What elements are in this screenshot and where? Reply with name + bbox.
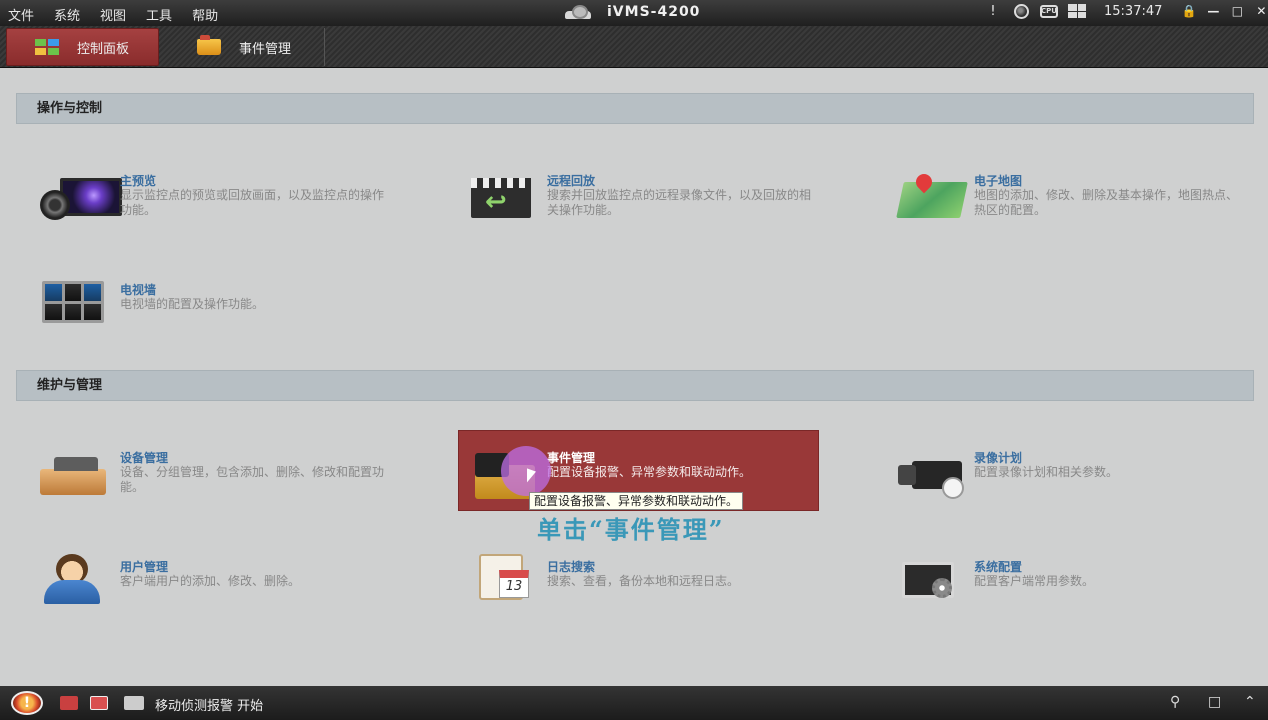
item-remote-playback[interactable]: 远程回放 搜索并回放监控点的远程录像文件，以及回放的相关操作功能。 (463, 172, 843, 242)
item-recording-schedule[interactable]: 录像计划 配置录像计划和相关参数。 (890, 449, 1268, 519)
expand-up-icon[interactable]: ⌃ (1244, 694, 1256, 710)
item-desc: 配置设备报警、异常参数和联动动作。 (547, 465, 752, 479)
menu-file[interactable]: 文件 (8, 5, 34, 24)
item-desc: 配置录像计划和相关参数。 (974, 465, 1119, 479)
item-title: 日志搜索 (547, 560, 596, 574)
item-device-management[interactable]: 设备管理 设备、分组管理，包含添加、删除、修改和配置功能。 (36, 449, 416, 519)
alarm-record-icon[interactable] (60, 696, 78, 710)
item-title: 用户管理 (120, 560, 169, 574)
mouse-cursor-icon (527, 468, 536, 486)
cpu-label: CPU (1040, 4, 1058, 18)
tab-label: 控制面板 (77, 41, 130, 57)
alarm-snapshot-icon[interactable] (90, 696, 108, 710)
item-emap[interactable]: 电子地图 地图的添加、修改、删除及基本操作，地图热点、热区的配置。 (890, 170, 1268, 242)
menu-system[interactable]: 系统 (54, 5, 80, 24)
item-desc: 地图的添加、修改、删除及基本操作，地图热点、热区的配置。 (974, 188, 1239, 217)
app-title: iVMS-4200 (563, 3, 700, 21)
calendar-day: 13 (499, 570, 529, 598)
log-search-icon: 13 (463, 554, 533, 612)
device-management-icon (36, 449, 106, 503)
lock-icon[interactable]: 🔒 (1182, 4, 1197, 18)
item-title: 远程回放 (547, 174, 596, 188)
menu-help[interactable]: 帮助 (192, 5, 218, 24)
close-icon[interactable]: ✕ (1254, 4, 1268, 18)
system-config-icon (890, 558, 960, 612)
item-user-management[interactable]: 用户管理 客户端用户的添加、修改、删除。 (36, 554, 416, 628)
app-name: iVMS-4200 (607, 4, 701, 20)
item-title: 系统配置 (974, 560, 1023, 574)
pin-icon[interactable]: ⚲ (1170, 694, 1180, 710)
cpu-icon[interactable]: CPU (1040, 3, 1058, 19)
emap-icon (890, 170, 968, 226)
click-indicator (501, 446, 551, 496)
item-title: 设备管理 (120, 451, 169, 465)
item-main-preview[interactable]: 主预览 显示监控点的预览或回放画面，以及监控点的操作功能。 (36, 172, 416, 242)
tutorial-annotation: 单击“事件管理” (537, 515, 725, 544)
camera-logo-icon (563, 3, 593, 21)
user-management-icon (36, 554, 106, 612)
event-folder-icon (197, 35, 221, 55)
recording-schedule-icon (890, 449, 964, 503)
item-desc: 设备、分组管理，包含添加、删除、修改和配置功能。 (120, 465, 385, 494)
item-desc: 搜索并回放监控点的远程录像文件，以及回放的相关操作功能。 (547, 188, 812, 217)
main-preview-icon (36, 172, 122, 226)
menu-view[interactable]: 视图 (100, 5, 126, 24)
alarm-warning-icon[interactable]: ! (11, 691, 43, 715)
tab-label: 事件管理 (239, 41, 292, 57)
item-system-config[interactable]: 系统配置 配置客户端常用参数。 (890, 558, 1268, 628)
minimize-icon[interactable]: — (1206, 4, 1220, 18)
item-title: 事件管理 (547, 451, 596, 465)
item-desc: 显示监控点的预览或回放画面，以及监控点的操作功能。 (120, 188, 385, 217)
item-desc: 客户端用户的添加、修改、删除。 (120, 574, 301, 588)
item-desc: 搜索、查看，备份本地和远程日志。 (547, 574, 740, 588)
status-message: 移动侦测报警 开始 (155, 699, 264, 714)
network-globe-icon[interactable] (1012, 3, 1030, 19)
item-title: 录像计划 (974, 451, 1023, 465)
item-title: 电视墙 (120, 283, 157, 297)
title-bar: 文件 系统 视图 工具 帮助 iVMS-4200 ! CPU 15:37:47 … (0, 0, 1268, 26)
menu-tools[interactable]: 工具 (146, 5, 172, 24)
tooltip: 配置设备报警、异常参数和联动动作。 (529, 492, 744, 510)
item-desc: 电视墙的配置及操作功能。 (120, 297, 265, 311)
maximize-icon[interactable]: □ (1230, 4, 1244, 18)
item-title: 电子地图 (974, 174, 1023, 188)
tab-event-management[interactable]: 事件管理 (165, 28, 325, 66)
tab-bar: 控制面板 事件管理 (0, 26, 1268, 68)
alert-icon[interactable]: ! (984, 3, 1002, 19)
item-log-search[interactable]: 13 日志搜索 搜索、查看，备份本地和远程日志。 (463, 554, 843, 628)
section-header-maintenance: 维护与管理 (16, 370, 1254, 401)
alarm-sound-icon[interactable] (124, 696, 144, 710)
tv-wall-icon (36, 281, 106, 335)
section-header-operation: 操作与控制 (16, 93, 1254, 124)
control-panel-icon (35, 39, 59, 55)
menu-bar: 文件 系统 视图 工具 帮助 (8, 5, 238, 24)
remote-playback-icon (463, 172, 533, 226)
network-status-icon[interactable] (1068, 3, 1086, 19)
status-bar: ! 移动侦测报警 开始 ⚲ □ ⌃ (0, 686, 1268, 720)
item-tv-wall[interactable]: 电视墙 电视墙的配置及操作功能。 (36, 281, 416, 351)
item-title: 主预览 (120, 174, 157, 188)
restore-icon[interactable]: □ (1208, 694, 1221, 710)
clock: 15:37:47 (1104, 3, 1163, 19)
item-desc: 配置客户端常用参数。 (974, 574, 1095, 588)
system-tray: ! CPU 15:37:47 🔒 — □ ✕ (984, 3, 1268, 19)
tab-control-panel[interactable]: 控制面板 (6, 28, 159, 66)
